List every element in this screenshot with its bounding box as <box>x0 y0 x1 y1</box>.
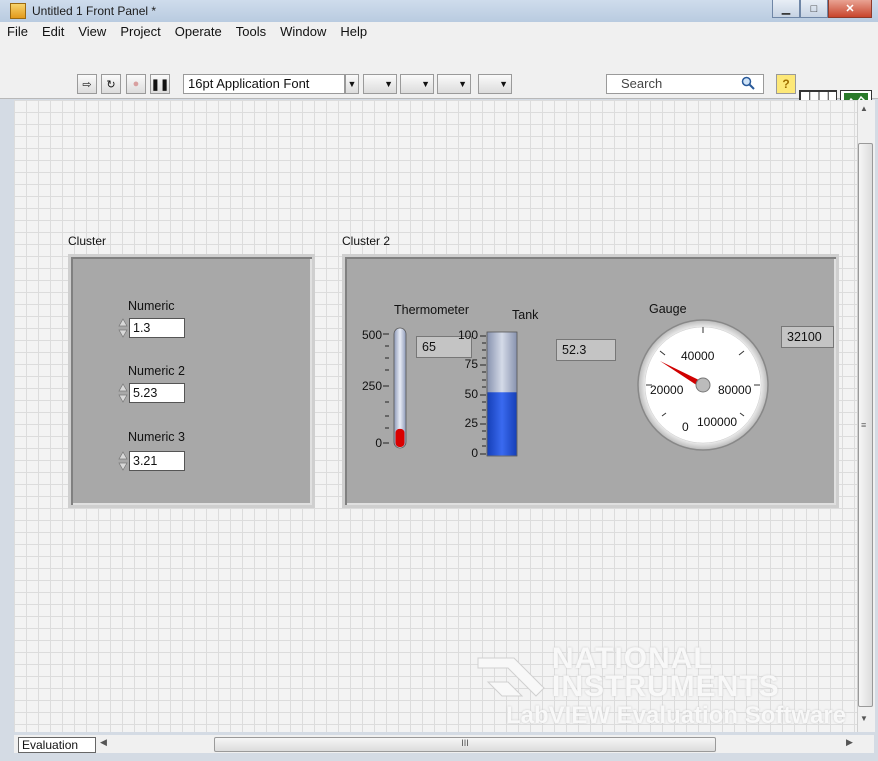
ni-logo-icon <box>477 657 545 697</box>
evaluation-tab[interactable]: Evaluation <box>18 737 96 753</box>
tank-scale-25: 25 <box>464 416 478 430</box>
thermometer-label: Thermometer <box>394 303 470 317</box>
numeric-3-label: Numeric 3 <box>128 430 185 444</box>
reorder-icon[interactable]: ▼ <box>478 74 512 94</box>
thermometer-scale-max: 500 <box>361 328 382 342</box>
thermometer-level <box>395 428 405 447</box>
numeric-3-increment-decrement-icon[interactable] <box>118 451 128 471</box>
gauge-label: Gauge <box>649 302 687 316</box>
close-button[interactable]: ✕ <box>828 0 872 18</box>
context-help-button[interactable]: ? <box>776 74 796 94</box>
tank-digital-display[interactable]: 52.3 <box>556 339 616 361</box>
menu-window[interactable]: Window <box>273 22 333 42</box>
gauge-scale-40000: 40000 <box>681 349 715 363</box>
numeric-3-field[interactable]: 3.21 <box>129 451 185 471</box>
tank-label: Tank <box>512 308 539 322</box>
tank-scale-50: 50 <box>464 387 478 401</box>
menu-operate[interactable]: Operate <box>168 22 229 42</box>
numeric-2-increment-decrement-icon[interactable] <box>118 383 128 403</box>
numeric-increment-decrement-icon[interactable] <box>118 318 128 338</box>
thermometer-scale-mid: 250 <box>361 379 382 393</box>
national-instruments-watermark: NATIONAL INSTRUMENTS LabVIEW Evaluation … <box>474 640 854 730</box>
menu-file[interactable]: File <box>0 22 35 42</box>
tank-scale-0: 0 <box>471 446 478 460</box>
scroll-up-arrow-icon[interactable]: ▲ <box>860 104 868 113</box>
gauge-pivot <box>695 377 711 393</box>
title-bar: Untitled 1 Front Panel * ▁ □ ✕ <box>0 0 878 23</box>
search-icon[interactable] <box>741 76 755 90</box>
menu-project[interactable]: Project <box>113 22 167 42</box>
tank-level <box>487 392 517 456</box>
menu-bar: File Edit View Project Operate Tools Win… <box>0 22 878 42</box>
gauge-digital-display[interactable]: 32100 <box>781 326 834 348</box>
window-title: Untitled 1 Front Panel * <box>32 4 157 18</box>
cluster-1[interactable] <box>68 254 315 508</box>
labview-app-icon <box>10 3 26 19</box>
tank-scale-100: 100 <box>457 328 478 342</box>
numeric-label: Numeric <box>128 299 175 313</box>
scroll-right-arrow-icon[interactable]: ▶ <box>846 737 853 748</box>
thermometer[interactable] <box>382 326 412 456</box>
font-select[interactable]: 16pt Application Font <box>183 74 345 94</box>
toolbar: ⇨ ↻ ● ❚❚ 16pt Application Font ▼ ▼ ▼ ▼ ▼… <box>0 42 878 128</box>
menu-edit[interactable]: Edit <box>35 22 71 42</box>
gauge-scale-0: 0 <box>682 420 689 434</box>
watermark-instruments: INSTRUMENTS <box>552 670 780 703</box>
search-placeholder: Search <box>621 76 663 91</box>
scroll-down-arrow-icon[interactable]: ▼ <box>860 714 868 723</box>
maximize-button[interactable]: □ <box>800 0 828 18</box>
thermometer-scale-min: 0 <box>375 436 382 450</box>
horizontal-scroll-thumb[interactable]: III <box>214 737 716 752</box>
gauge-scale-20000: 20000 <box>650 383 684 397</box>
numeric-2-field[interactable]: 5.23 <box>129 383 185 403</box>
abort-icon[interactable]: ● <box>126 74 146 94</box>
run-continuously-icon[interactable]: ↻ <box>101 74 121 94</box>
menu-help[interactable]: Help <box>333 22 374 42</box>
scroll-thumb-grip-icon: ≡ <box>861 420 867 430</box>
watermark-labview-evaluation: LabVIEW Evaluation Software <box>506 702 847 729</box>
tank-scale-75: 75 <box>464 357 478 371</box>
resize-objects-icon[interactable]: ▼ <box>437 74 471 94</box>
run-arrow-icon[interactable]: ⇨ <box>77 74 97 94</box>
distribute-objects-icon[interactable]: ▼ <box>400 74 434 94</box>
font-dropdown-arrow-icon[interactable]: ▼ <box>345 74 359 94</box>
pause-icon[interactable]: ❚❚ <box>150 74 170 94</box>
gauge-scale-100000: 100000 <box>697 415 737 429</box>
menu-view[interactable]: View <box>71 22 113 42</box>
menu-tools[interactable]: Tools <box>229 22 273 42</box>
window-controls: ▁ □ ✕ <box>772 0 872 18</box>
gauge-scale-80000: 80000 <box>718 383 752 397</box>
numeric-2-label: Numeric 2 <box>128 364 185 378</box>
cluster-label: Cluster <box>68 234 107 248</box>
align-objects-icon[interactable]: ▼ <box>363 74 397 94</box>
tank[interactable] <box>478 330 548 460</box>
gauge[interactable]: 40000 20000 80000 0 100000 <box>636 318 770 452</box>
minimize-button[interactable]: ▁ <box>772 0 800 18</box>
cluster-2-label: Cluster 2 <box>342 234 391 248</box>
numeric-field[interactable]: 1.3 <box>129 318 185 338</box>
scroll-left-arrow-icon[interactable]: ◀ <box>100 737 107 748</box>
